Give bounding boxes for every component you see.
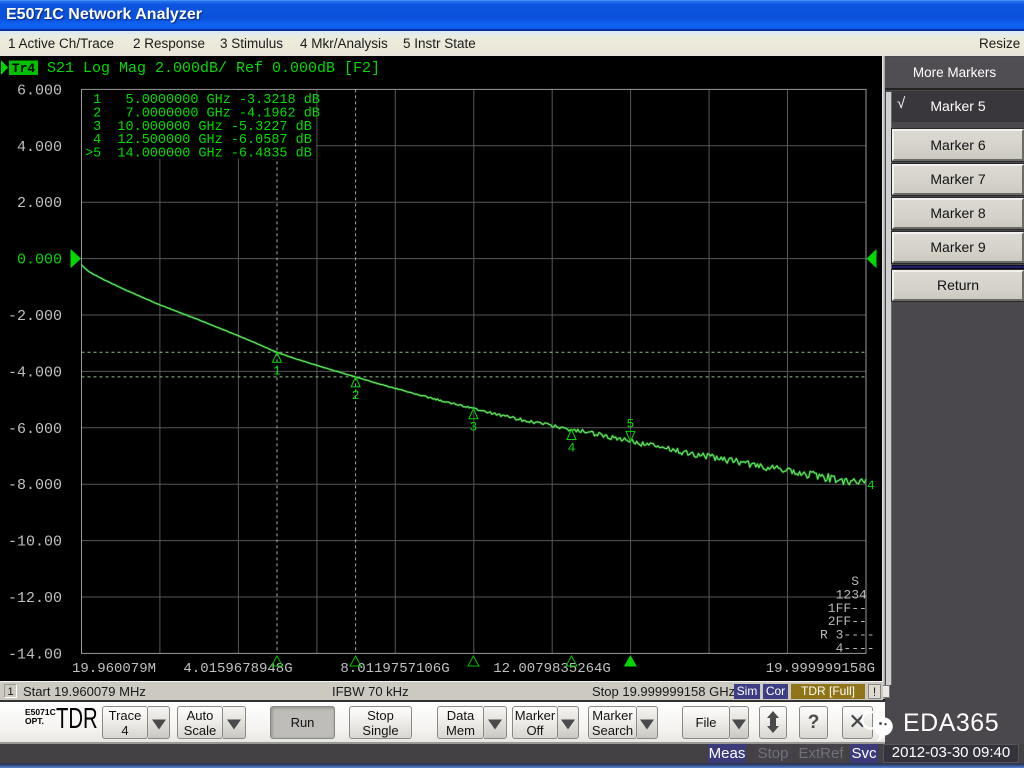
svg-text:2: 2 bbox=[352, 388, 360, 403]
svg-text:-12.00: -12.00 bbox=[8, 590, 62, 607]
svg-text:S21 Log Mag 2.000dB/ Ref 0.000: S21 Log Mag 2.000dB/ Ref 0.000dB [F2] bbox=[47, 60, 380, 77]
svg-text:19.960079M: 19.960079M bbox=[72, 661, 156, 677]
svg-text:-10.00: -10.00 bbox=[8, 534, 62, 551]
svg-text:0.000: 0.000 bbox=[17, 252, 62, 269]
svg-text:12.0079835264G: 12.0079835264G bbox=[493, 661, 611, 677]
svg-text:4: 4 bbox=[568, 441, 576, 456]
svg-text:-2.000: -2.000 bbox=[8, 308, 62, 325]
svg-text:>5 14.000000 GHz -6.4835 dB: >5 14.000000 GHz -6.4835 dB bbox=[85, 147, 312, 162]
svg-text:-14.00: -14.00 bbox=[8, 646, 62, 663]
svg-text:4.000: 4.000 bbox=[17, 139, 62, 156]
svg-text:-6.000: -6.000 bbox=[8, 421, 62, 438]
svg-text:2.000: 2.000 bbox=[17, 195, 62, 212]
svg-text:8.0119757106G: 8.0119757106G bbox=[340, 661, 449, 677]
svg-text:-4.000: -4.000 bbox=[8, 364, 62, 381]
svg-text:-8.000: -8.000 bbox=[8, 477, 62, 494]
svg-text:4: 4 bbox=[867, 478, 875, 493]
svg-text:6.000: 6.000 bbox=[17, 82, 62, 99]
svg-text:19.999999158G: 19.999999158G bbox=[766, 661, 875, 677]
svg-text:3: 3 bbox=[469, 420, 477, 435]
svg-text:Tr4: Tr4 bbox=[12, 61, 36, 76]
svg-text:4.0159678948G: 4.0159678948G bbox=[183, 661, 292, 677]
svg-text:4----: 4---- bbox=[820, 641, 875, 656]
svg-text:5: 5 bbox=[626, 416, 634, 431]
svg-text:1: 1 bbox=[273, 363, 281, 378]
